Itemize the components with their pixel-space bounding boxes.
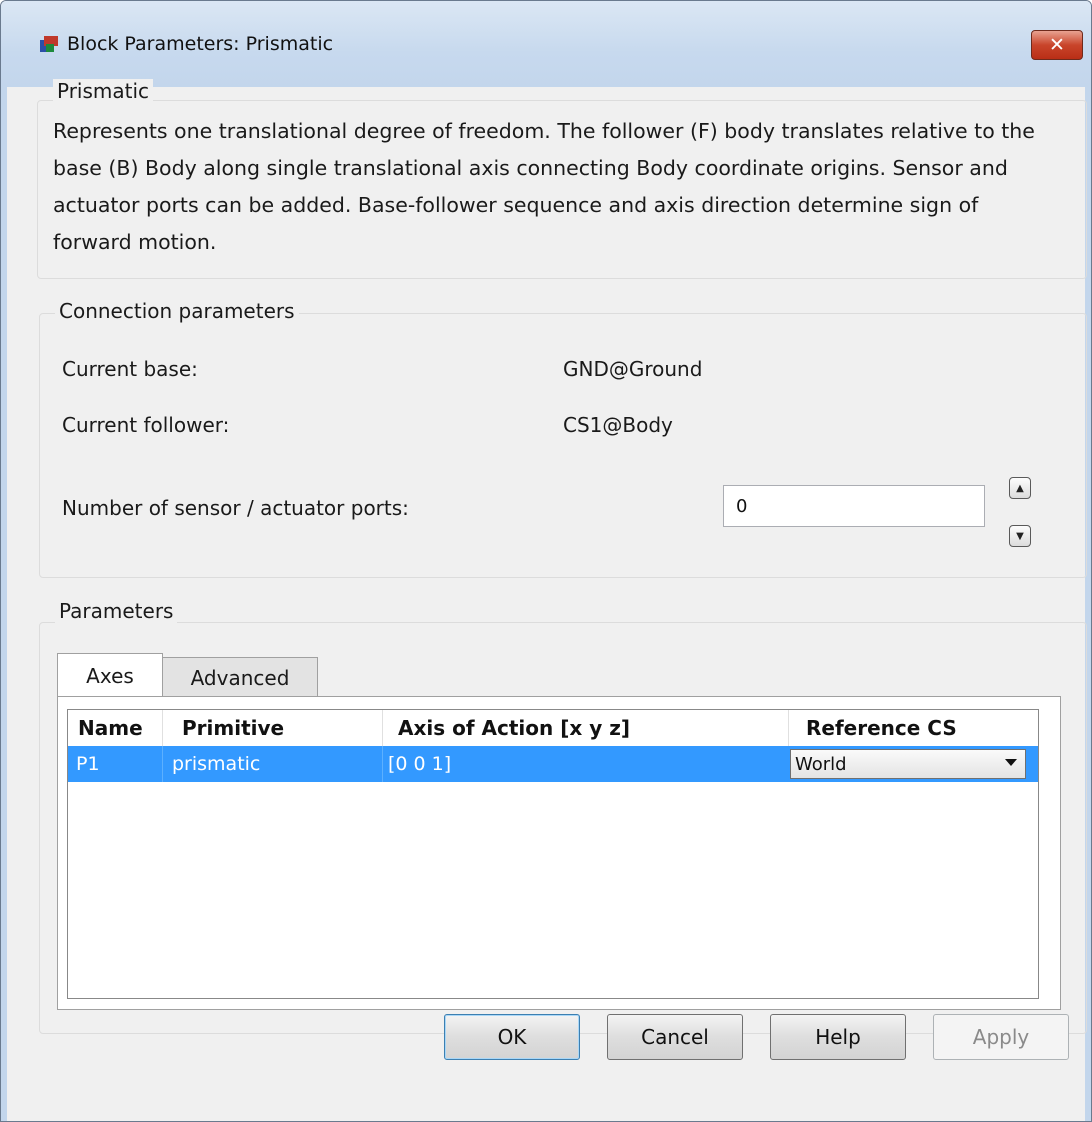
reference-cs-value: World (795, 753, 847, 775)
dialog-window: Block Parameters: Prismatic ✕ Prismatic … (0, 0, 1092, 1122)
spin-up-button[interactable]: ▲ (1009, 477, 1031, 499)
current-follower-label: Current follower: (62, 413, 230, 437)
reference-cs-dropdown[interactable]: World (790, 749, 1026, 779)
column-separator (382, 710, 383, 746)
current-base-label: Current base: (62, 357, 198, 381)
tab-advanced[interactable]: Advanced (163, 657, 318, 697)
connection-parameters-group (39, 313, 1087, 578)
title-bar[interactable]: Block Parameters: Prismatic ✕ (1, 1, 1091, 87)
tab-advanced-label: Advanced (190, 665, 290, 690)
apply-button[interactable]: Apply (933, 1014, 1069, 1060)
column-header-axis[interactable]: Axis of Action [x y z] (398, 710, 630, 746)
triangle-up-icon: ▲ (1016, 482, 1024, 494)
help-button[interactable]: Help (770, 1014, 906, 1060)
dropdown-arrow-icon (1005, 759, 1017, 766)
cell-separator (162, 746, 163, 782)
ok-button-label: OK (497, 1025, 527, 1049)
tab-axes-label: Axes (86, 663, 134, 688)
close-icon: ✕ (1049, 34, 1065, 56)
spin-down-button[interactable]: ▼ (1009, 525, 1031, 547)
current-follower-value: CS1@Body (563, 413, 673, 437)
close-button[interactable]: ✕ (1031, 30, 1083, 60)
apply-button-label: Apply (972, 1025, 1030, 1049)
cell-separator (382, 746, 383, 782)
block-description: Represents one translational degree of f… (53, 119, 1035, 254)
cancel-button[interactable]: Cancel (607, 1014, 743, 1060)
axes-table: Name Primitive Axis of Action [x y z] Re… (67, 709, 1039, 999)
connection-parameters-title: Connection parameters (55, 299, 299, 323)
cell-axis[interactable]: [0 0 1] (388, 746, 451, 782)
description-group-title: Prismatic (53, 79, 154, 103)
parameters-title: Parameters (55, 599, 178, 623)
simulink-block-icon (40, 36, 58, 52)
help-button-label: Help (815, 1025, 861, 1049)
window-title: Block Parameters: Prismatic (67, 33, 334, 55)
column-header-name[interactable]: Name (78, 710, 143, 746)
column-separator (788, 710, 789, 746)
ok-button[interactable]: OK (444, 1014, 580, 1060)
current-base-value: GND@Ground (563, 357, 703, 381)
triangle-down-icon: ▼ (1016, 530, 1024, 542)
column-header-primitive[interactable]: Primitive (182, 710, 285, 746)
column-header-reference[interactable]: Reference CS (806, 710, 957, 746)
cancel-button-label: Cancel (641, 1025, 709, 1049)
column-separator (162, 710, 163, 746)
dialog-client-area: Prismatic Represents one translational d… (7, 79, 1087, 1121)
cell-primitive[interactable]: prismatic (172, 746, 260, 782)
ports-label: Number of sensor / actuator ports: (62, 496, 409, 520)
tab-axes[interactable]: Axes (57, 653, 163, 697)
ports-count-input[interactable] (723, 485, 985, 527)
cell-name[interactable]: P1 (76, 746, 100, 782)
